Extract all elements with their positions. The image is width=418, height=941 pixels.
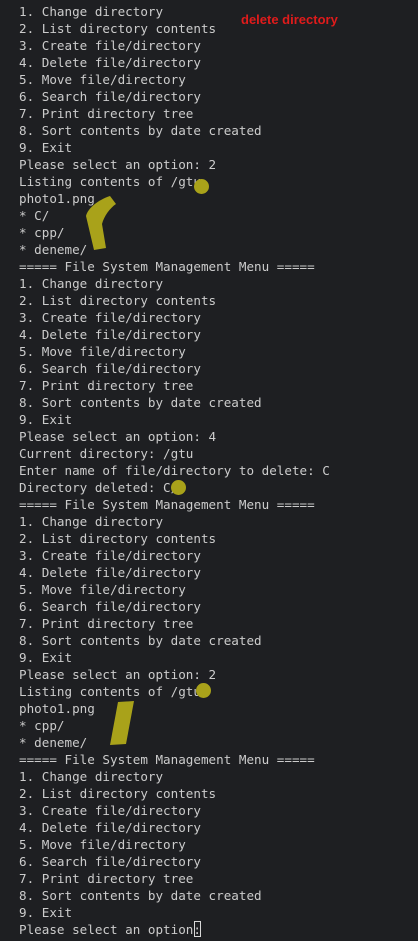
terminal-line: 5. Move file/directory <box>19 344 186 359</box>
highlight-dot <box>171 480 186 495</box>
terminal-line: Current directory: /gtu <box>19 446 194 461</box>
terminal-line: 5. Move file/directory <box>19 837 186 852</box>
text-cursor[interactable] <box>194 921 201 937</box>
terminal-line: 4. Delete file/directory <box>19 327 201 342</box>
terminal-line: Please select an option: 2 <box>19 157 217 172</box>
terminal-line: * cpp/ <box>19 718 65 733</box>
terminal-line: 6. Search file/directory <box>19 361 201 376</box>
terminal-line: 8. Sort contents by date created <box>19 633 262 648</box>
terminal-line: 1. Change directory <box>19 514 164 529</box>
terminal-line: 3. Create file/directory <box>19 38 201 53</box>
terminal-line: 6. Search file/directory <box>19 854 201 869</box>
terminal-line: * deneme/ <box>19 242 88 257</box>
terminal-line: 9. Exit <box>19 412 73 427</box>
terminal-line: ===== File System Management Menu ===== <box>19 259 315 274</box>
terminal-line: 4. Delete file/directory <box>19 55 201 70</box>
highlight-dot <box>194 179 209 194</box>
terminal-line: 9. Exit <box>19 905 73 920</box>
terminal-line: ===== File System Management Menu ===== <box>19 752 315 767</box>
terminal-line: 1. Change directory <box>19 769 164 784</box>
terminal-line: 2. List directory contents <box>19 293 217 308</box>
terminal-line: 2. List directory contents <box>19 786 217 801</box>
terminal-line: 3. Create file/directory <box>19 548 201 563</box>
terminal-line: 7. Print directory tree <box>19 106 194 121</box>
terminal-line: 8. Sort contents by date created <box>19 123 262 138</box>
terminal-line: 1. Change directory <box>19 276 164 291</box>
terminal-line: Listing contents of /gtu <box>19 174 201 189</box>
terminal-line: photo1.png <box>19 191 95 206</box>
annotation-note: delete directory <box>241 12 338 27</box>
terminal-line: * cpp/ <box>19 225 65 240</box>
terminal-line: 2. List directory contents <box>19 531 217 546</box>
terminal-line: 8. Sort contents by date created <box>19 395 262 410</box>
terminal-line: 4. Delete file/directory <box>19 565 201 580</box>
terminal-line: 7. Print directory tree <box>19 378 194 393</box>
highlight-dot <box>196 683 211 698</box>
terminal-line: ===== File System Management Menu ===== <box>19 497 315 512</box>
terminal-line: 9. Exit <box>19 140 73 155</box>
terminal-window[interactable]: 1. Change directory 2. List directory co… <box>0 0 418 941</box>
terminal-line: 8. Sort contents by date created <box>19 888 262 903</box>
terminal-line: photo1.png <box>19 701 95 716</box>
terminal-line: 5. Move file/directory <box>19 582 186 597</box>
terminal-line: 5. Move file/directory <box>19 72 186 87</box>
terminal-line: 3. Create file/directory <box>19 803 201 818</box>
terminal-line: Please select an option: 2 <box>19 667 217 682</box>
terminal-prompt[interactable]: Please select an option: <box>19 921 330 938</box>
terminal-line: 3. Create file/directory <box>19 310 201 325</box>
highlight-stroke <box>110 701 134 745</box>
terminal-output: 1. Change directory 2. List directory co… <box>19 3 330 938</box>
terminal-line: 6. Search file/directory <box>19 599 201 614</box>
terminal-line: Enter name of file/directory to delete: … <box>19 463 330 478</box>
terminal-line: 7. Print directory tree <box>19 871 194 886</box>
terminal-line: Please select an option: 4 <box>19 429 217 444</box>
highlight-stroke <box>86 196 116 250</box>
terminal-line: * deneme/ <box>19 735 88 750</box>
terminal-line: 6. Search file/directory <box>19 89 201 104</box>
terminal-line: * C/ <box>19 208 50 223</box>
terminal-line: 9. Exit <box>19 650 73 665</box>
terminal-line: Listing contents of /gtu <box>19 684 201 699</box>
terminal-line: 7. Print directory tree <box>19 616 194 631</box>
terminal-line: 4. Delete file/directory <box>19 820 201 835</box>
